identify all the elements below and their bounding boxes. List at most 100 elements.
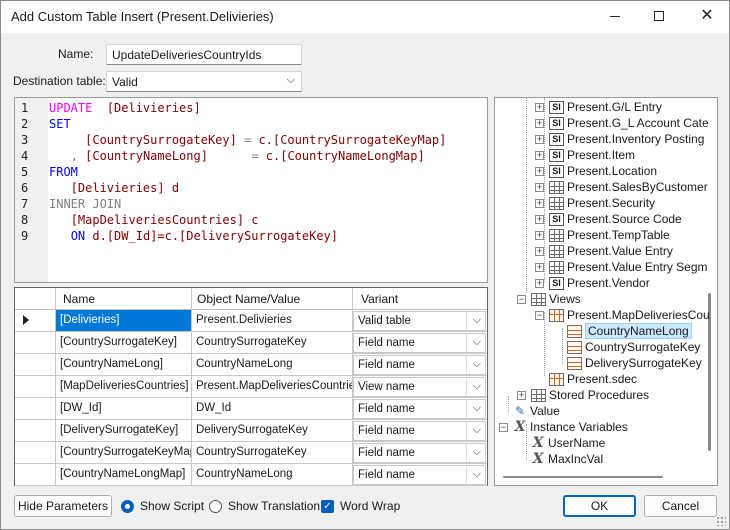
variant-dropdown[interactable]: Valid table ⌵ <box>353 311 486 331</box>
variant-dropdown[interactable]: Field name ⌵ <box>353 355 486 375</box>
cell-object-value[interactable]: Present.MapDeliveriesCountries <box>192 376 352 397</box>
word-wrap-checkbox[interactable]: ✓ Word Wrap <box>321 499 400 513</box>
minimize-button[interactable] <box>593 1 637 31</box>
cell-object-value[interactable]: CountryNameLong <box>192 354 352 375</box>
variant-dropdown[interactable]: Field name ⌵ <box>353 421 486 441</box>
cancel-button[interactable]: Cancel <box>644 495 717 517</box>
tree-node[interactable]: X MaxIncVal <box>531 451 604 467</box>
collapse-icon[interactable]: − <box>535 311 544 320</box>
table-row[interactable]: [DeliverySurrogateKey] DeliverySurrogateK… <box>15 420 487 442</box>
table-row[interactable]: [CountrySurrogateKey] CountrySurrogateKey… <box>15 332 487 354</box>
row-selector[interactable] <box>15 420 55 441</box>
cell-name[interactable]: [CountrySurrogateKeyMap] <box>56 442 191 463</box>
hide-parameters-button[interactable]: Hide Parameters <box>14 495 112 517</box>
variant-dropdown[interactable]: View name ⌵ <box>353 377 486 397</box>
expand-icon[interactable]: + <box>535 119 544 128</box>
tree-node[interactable]: CountryNameLong <box>567 323 692 339</box>
cell-object-value[interactable]: CountrySurrogateKey <box>192 442 352 463</box>
column-header-variant[interactable]: Variant <box>361 292 398 306</box>
row-selector[interactable] <box>15 376 55 397</box>
tree-node[interactable]: SI Present.G_L Account Cate <box>549 115 709 131</box>
tree-node[interactable]: Present.TempTable <box>549 227 670 243</box>
script-editor[interactable]: 1 UPDATE [Delivieries] 2 SET 3 [CountrySurro… <box>14 97 488 283</box>
variant-dropdown[interactable]: Field name ⌵ <box>353 443 486 463</box>
ok-button[interactable]: OK <box>563 495 636 517</box>
maximize-button[interactable] <box>637 1 681 31</box>
cell-name[interactable]: [CountrySurrogateKey] <box>56 332 191 353</box>
tree-node[interactable]: CountrySurrogateKey <box>567 339 700 355</box>
object-tree[interactable]: + SI Present.G/L Entry + SI Present.G_L Accou… <box>494 97 718 486</box>
cell-name[interactable]: [CountryNameLong] <box>56 354 191 375</box>
collapse-icon[interactable]: − <box>517 295 526 304</box>
table-row[interactable]: [Delivieries] Present.Delivieries Valid ta… <box>15 310 487 332</box>
parameters-grid[interactable]: Name Object Name/Value Variant [Delivier… <box>14 287 488 486</box>
tree-node[interactable]: SI Present.Source Code <box>549 211 682 227</box>
cell-name[interactable]: [DeliverySurrogateKey] <box>56 420 191 441</box>
expand-icon[interactable]: + <box>535 231 544 240</box>
variant-dropdown[interactable]: Field name ⌵ <box>353 465 486 485</box>
tree-node[interactable]: Present.SalesByCustomer <box>549 179 708 195</box>
row-selector[interactable] <box>15 310 55 331</box>
tree-node[interactable]: Present.MapDeliveriesCou <box>549 307 710 323</box>
expand-icon[interactable]: + <box>535 215 544 224</box>
expand-icon[interactable]: + <box>517 391 526 400</box>
tree-node[interactable]: ✎ Value <box>513 403 560 419</box>
row-selector[interactable] <box>15 464 55 485</box>
tree-vertical-scrollbar[interactable] <box>703 98 717 469</box>
show-translation-radio[interactable]: Show Translation <box>209 499 320 513</box>
tree-node[interactable]: X UserName <box>531 435 606 451</box>
expand-icon[interactable]: + <box>535 247 544 256</box>
tree-node[interactable]: Stored Procedures <box>531 387 649 403</box>
expand-icon[interactable]: + <box>535 199 544 208</box>
show-script-radio[interactable]: Show Script <box>121 499 204 513</box>
cell-object-value[interactable]: DeliverySurrogateKey <box>192 420 352 441</box>
table-row[interactable]: [CountryNameLongMap] CountryNameLong Field… <box>15 464 487 486</box>
expand-icon[interactable]: + <box>535 151 544 160</box>
expand-icon[interactable]: + <box>535 135 544 144</box>
cell-object-value[interactable]: CountrySurrogateKey <box>192 332 352 353</box>
tree-node[interactable]: Present.Value Entry Segm <box>549 259 708 275</box>
row-selector[interactable] <box>15 442 55 463</box>
tree-node[interactable]: Present.Value Entry <box>549 243 673 259</box>
resize-grip-icon[interactable] <box>716 516 726 526</box>
variant-dropdown[interactable]: Field name ⌵ <box>353 333 486 353</box>
tree-node[interactable]: Present.Security <box>549 195 655 211</box>
row-selector[interactable] <box>15 354 55 375</box>
column-header-object[interactable]: Object Name/Value <box>197 292 300 306</box>
cell-name[interactable]: [DW_Id] <box>56 398 191 419</box>
name-field[interactable]: UpdateDeliveriesCountryIds <box>106 44 302 65</box>
cell-object-value[interactable]: CountryNameLong <box>192 464 352 485</box>
expand-icon[interactable]: + <box>535 263 544 272</box>
tree-node[interactable]: SI Present.Vendor <box>549 275 650 291</box>
collapse-icon[interactable]: − <box>499 423 508 432</box>
destination-table-dropdown[interactable]: Valid ⌵ <box>106 71 302 92</box>
tree-node[interactable]: DeliverySurrogateKey <box>567 355 702 371</box>
row-selector[interactable] <box>15 398 55 419</box>
tree-node[interactable]: Views <box>531 291 581 307</box>
table-row[interactable]: [CountryNameLong] CountryNameLong Field na… <box>15 354 487 376</box>
variant-dropdown[interactable]: Field name ⌵ <box>353 399 486 419</box>
tree-node[interactable]: SI Present.G/L Entry <box>549 99 662 115</box>
scroll-thumb[interactable] <box>503 476 663 478</box>
tree-node[interactable]: SI Present.Item <box>549 147 635 163</box>
expand-icon[interactable]: + <box>535 103 544 112</box>
cell-name[interactable]: [CountryNameLongMap] <box>56 464 191 485</box>
table-row[interactable]: [MapDeliveriesCountries] Present.MapDeliv… <box>15 376 487 398</box>
tree-node[interactable]: SI Present.Location <box>549 163 657 179</box>
tree-node[interactable]: SI Present.Inventory Posting <box>549 131 704 147</box>
cell-name[interactable]: [MapDeliveriesCountries] <box>56 376 191 397</box>
expand-icon[interactable]: + <box>535 279 544 288</box>
cell-object-value[interactable]: Present.Delivieries <box>192 310 352 331</box>
tree-horizontal-scrollbar[interactable] <box>495 469 703 485</box>
cell-object-value[interactable]: DW_Id <box>192 398 352 419</box>
expand-icon[interactable]: + <box>535 167 544 176</box>
tree-node[interactable]: Present.sdec <box>549 371 637 387</box>
expand-icon[interactable]: + <box>535 183 544 192</box>
table-row[interactable]: [CountrySurrogateKeyMap] CountrySurrogate… <box>15 442 487 464</box>
column-header-name[interactable]: Name <box>63 292 95 306</box>
close-button[interactable]: ✕ <box>685 1 729 31</box>
row-selector[interactable] <box>15 332 55 353</box>
cell-name[interactable]: [Delivieries] <box>56 310 191 331</box>
tree-node[interactable]: X Instance Variables <box>513 419 628 435</box>
table-row[interactable]: [DW_Id] DW_Id Field name ⌵ <box>15 398 487 420</box>
